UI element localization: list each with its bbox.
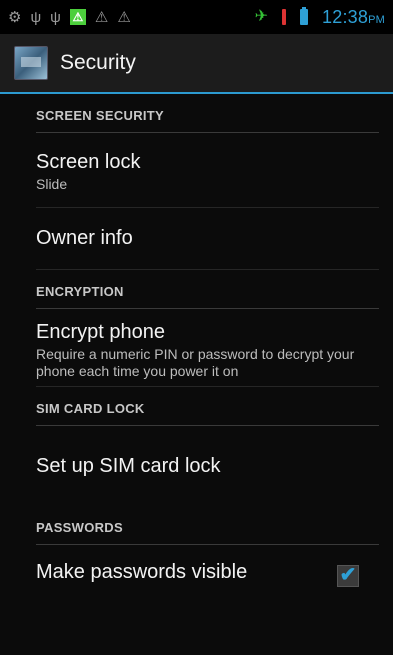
warning-icon: ⚠ [94, 8, 109, 26]
warning-icon: ⚠ [117, 8, 131, 26]
usb-icon: ψ [30, 8, 42, 26]
status-bar: ⚙ ψ ψ ⚠ ⚠ ⚠ ✈ 12:38PM [0, 0, 393, 34]
section-header-encryption: ENCRYPTION [36, 270, 379, 309]
section-header-screen-security: SCREEN SECURITY [36, 94, 379, 133]
checkmark-icon: ✔ [339, 563, 357, 586]
sim-card-alert-icon [282, 9, 287, 25]
notification-icons: ⚙ ψ ψ ⚠ ⚠ ⚠ [8, 9, 131, 25]
make-passwords-visible-checkbox[interactable]: ✔ [337, 565, 359, 587]
owner-info-item[interactable]: Owner info [36, 208, 379, 270]
airplane-mode-icon: ✈ [254, 8, 269, 25]
usb-icon: ψ [50, 8, 61, 26]
encrypt-phone-title: Encrypt phone [36, 321, 165, 343]
screen-lock-summary: Slide [36, 176, 68, 192]
settings-list: SCREEN SECURITY Screen lock Slide Owner … [0, 94, 393, 600]
screen-lock-title: Screen lock [36, 151, 141, 173]
battery-icon [300, 7, 309, 25]
warning-green-icon: ⚠ [69, 9, 86, 25]
settings-app-icon[interactable] [14, 46, 48, 80]
encrypt-phone-summary: Require a numeric PIN or password to dec… [36, 346, 355, 379]
section-header-passwords: PASSWORDS [36, 506, 379, 545]
setup-sim-lock-item[interactable]: Set up SIM card lock [36, 426, 379, 506]
page-title: Security [60, 51, 136, 74]
setup-sim-lock-title: Set up SIM card lock [36, 454, 221, 477]
system-icons: ✈ 12:38PM [255, 7, 385, 28]
owner-info-title: Owner info [36, 227, 133, 249]
section-header-sim-card-lock: SIM CARD LOCK [36, 387, 379, 426]
clock-ampm: PM [368, 13, 385, 26]
screen-lock-item[interactable]: Screen lock Slide [36, 133, 379, 208]
make-passwords-visible-title: Make passwords visible [36, 561, 248, 583]
make-passwords-visible-item[interactable]: Make passwords visible ✔ [36, 545, 379, 600]
clock-time: 12:38 [322, 6, 369, 27]
clock: 12:38PM [322, 7, 385, 28]
android-icon: ⚙ [8, 8, 22, 26]
encrypt-phone-item[interactable]: Encrypt phone Require a numeric PIN or p… [36, 309, 379, 387]
action-bar[interactable]: Security [0, 34, 393, 94]
